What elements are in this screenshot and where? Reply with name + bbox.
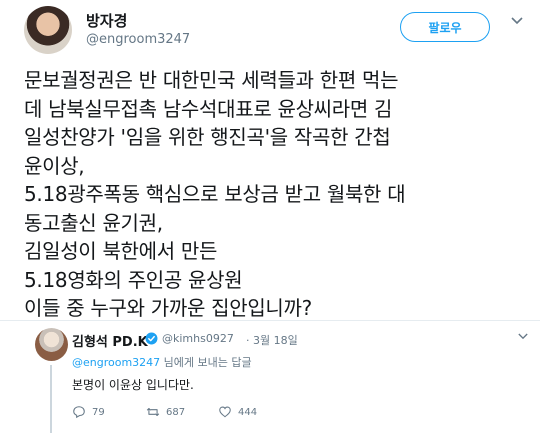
reply-tweet[interactable]: 김형석 PD.K @kimhs0927 · 3월 18일 @engroom324… — [0, 321, 540, 433]
tweet-text-line: 동고출신 윤기권, — [24, 210, 163, 235]
tweet-text-line: 일성찬양가 '임을 위한 행진곡'을 작곡한 간첩 — [24, 125, 391, 149]
tweet-text-line: 데 남북실무접촉 남수석대표로 윤상씨라면 김 — [24, 96, 393, 121]
avatar[interactable] — [24, 6, 72, 54]
verified-badge-icon — [145, 332, 158, 345]
tweet-text-line: 5.18광주폭동 핵심으로 보상금 받고 월북한 대 — [24, 182, 406, 206]
retweet-icon — [146, 407, 160, 417]
tweet-text-line: 5.18영화의 주인공 윤상원 — [24, 267, 243, 292]
reply-text: 본명이 이윤상 입니다만. — [72, 378, 194, 392]
thread-line — [50, 365, 52, 433]
like-action[interactable]: 444 — [218, 405, 257, 419]
reply-avatar[interactable] — [35, 328, 68, 361]
reply-action[interactable]: 79 — [72, 405, 105, 419]
author-handle[interactable]: @engroom3247 — [86, 32, 190, 47]
reply-icon — [73, 406, 85, 419]
tweet-text-line: 김일성이 북한에서 만든 — [24, 239, 218, 263]
retweet-action[interactable]: 687 — [146, 405, 185, 419]
follow-button[interactable]: 팔로우 — [400, 12, 490, 42]
tweet-text-line: 문보궐정권은 반 대한민국 세력들과 한편 먹는 — [24, 68, 399, 92]
retweet-count: 687 — [166, 406, 186, 418]
heart-icon — [219, 406, 231, 418]
reply-date[interactable]: · 3월 18일 — [246, 332, 298, 348]
tweet-text-line: 윤이상, — [24, 153, 85, 178]
reply-chevron-down-icon[interactable] — [518, 330, 528, 343]
tweet-text: 문보궐정권은 반 대한민국 세력들과 한편 먹는 데 남북실무접촉 남수석대표로… — [24, 66, 529, 323]
replying-to-mention[interactable]: @engroom3247 — [72, 356, 160, 369]
tweet-text-line: 이들 중 누구와 가까운 집안입니까? — [24, 296, 312, 320]
reply-author-name[interactable]: 김형석 PD.K — [72, 331, 148, 350]
author-name[interactable]: 방자경 — [86, 10, 127, 31]
reply-count: 79 — [92, 406, 105, 418]
tweet-header: 방자경 @engroom3247 팔로우 — [0, 0, 540, 58]
reply-author-handle[interactable]: @kimhs0927 — [162, 332, 234, 345]
chevron-down-icon[interactable] — [508, 12, 526, 30]
replying-to-label: 님에게 보내는 답글 — [160, 356, 252, 369]
like-count: 444 — [238, 406, 258, 418]
replying-to: @engroom3247 님에게 보내는 답글 — [72, 354, 252, 370]
